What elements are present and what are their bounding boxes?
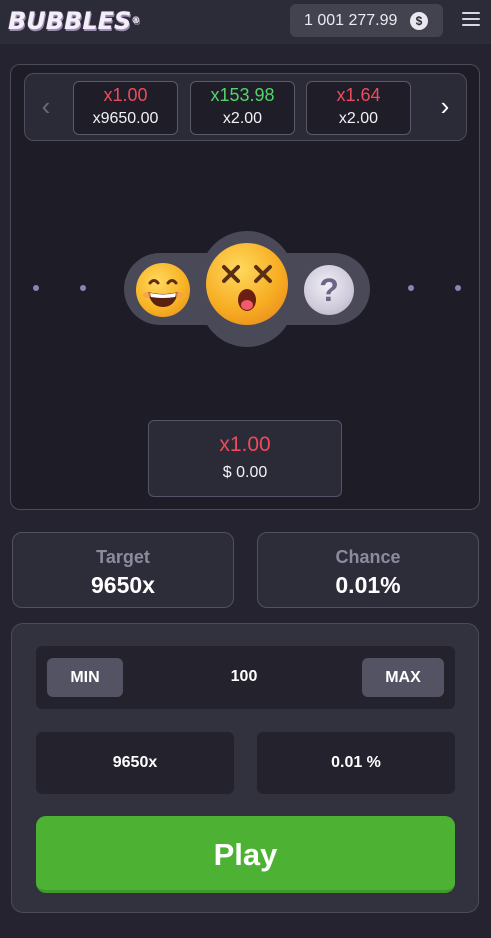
play-button[interactable]: Play [36, 816, 455, 893]
track-dot [455, 285, 461, 291]
balance-value: 1 001 277.99 [304, 12, 398, 29]
history-multiplier: x153.98 [210, 85, 275, 105]
history-multiplier: x1.64 [336, 85, 381, 105]
dollar-coin-icon: $ [410, 12, 428, 30]
history-target: x2.00 [338, 110, 379, 127]
result-amount: $ 0.00 [222, 464, 268, 481]
chance-info: Chance 0.01% [257, 532, 479, 608]
history-target: x2.00 [222, 110, 263, 127]
min-stake-button[interactable]: MIN [47, 658, 123, 697]
history-strip: ‹ x1.00 x9650.00 x153.98 x2.00 x1.64 x2.… [24, 73, 467, 141]
target-multiplier-input[interactable]: 9650x [36, 732, 234, 794]
bubbles-capsule: ? [124, 231, 370, 347]
logo-registered-mark: ® [131, 16, 141, 26]
target-value: 9650x [91, 572, 155, 598]
track-dot [33, 285, 39, 291]
track-dot [408, 285, 414, 291]
max-stake-button[interactable]: MAX [362, 658, 444, 697]
history-card[interactable]: x1.64 x2.00 [306, 81, 411, 135]
game-panel: ‹ x1.00 x9650.00 x153.98 x2.00 x1.64 x2.… [10, 64, 480, 510]
dizzy-face-icon [206, 243, 288, 325]
history-prev-arrow-icon[interactable]: ‹ [34, 93, 58, 120]
stake-input[interactable]: 100 [186, 668, 302, 686]
balance-display[interactable]: 1 001 277.99 $ [290, 4, 443, 37]
stake-stepper: MIN 100 MAX [36, 646, 455, 709]
round-result: x1.00 $ 0.00 [148, 420, 342, 497]
win-chance-input[interactable]: 0.01 % [257, 732, 455, 794]
result-multiplier: x1.00 [219, 433, 271, 456]
chance-label: Chance [335, 547, 401, 567]
history-target: x9650.00 [92, 110, 159, 127]
bubbles-logo: BUBBLES® [8, 6, 140, 36]
top-bar: BUBBLES® 1 001 277.99 $ [0, 0, 491, 44]
history-next-arrow-icon[interactable]: › [433, 93, 457, 120]
history-card[interactable]: x153.98 x2.00 [190, 81, 295, 135]
track-dot [80, 285, 86, 291]
target-label: Target [96, 547, 150, 567]
chance-value: 0.01% [335, 572, 401, 598]
target-info: Target 9650x [12, 532, 234, 608]
history-multiplier: x1.00 [103, 85, 148, 105]
bet-controls: MIN 100 MAX 9650x 0.01 % Play [11, 623, 479, 913]
logo-text: BUBBLES [8, 7, 132, 35]
question-bubble-icon: ? [304, 265, 354, 315]
smiling-face-icon [136, 263, 190, 317]
hamburger-menu-icon[interactable] [462, 12, 480, 26]
history-card[interactable]: x1.00 x9650.00 [73, 81, 178, 135]
